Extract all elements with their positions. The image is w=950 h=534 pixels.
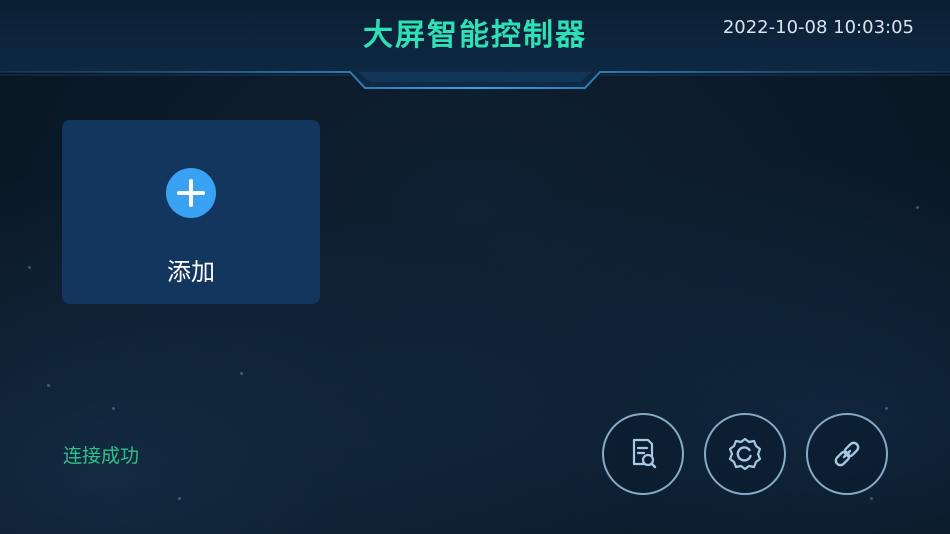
add-device-card[interactable]: 添加 [62,120,320,304]
connection-status: 连接成功 [63,445,140,467]
datetime-display: 2022-10-08 10:03:05 [722,17,914,38]
add-label: 添加 [167,258,215,286]
gear-icon [728,437,762,471]
link-icon [834,441,860,467]
header-bar: 大屏智能控制器 2022-10-08 10:03:05 [0,0,950,92]
log-search-button[interactable] [602,413,684,495]
document-search-icon [632,438,657,469]
app-screen: 大屏智能控制器 2022-10-08 10:03:05 添加 连接成功 [0,0,950,534]
connection-link-button[interactable] [806,413,888,495]
plus-icon [166,168,216,218]
settings-button[interactable] [704,413,786,495]
